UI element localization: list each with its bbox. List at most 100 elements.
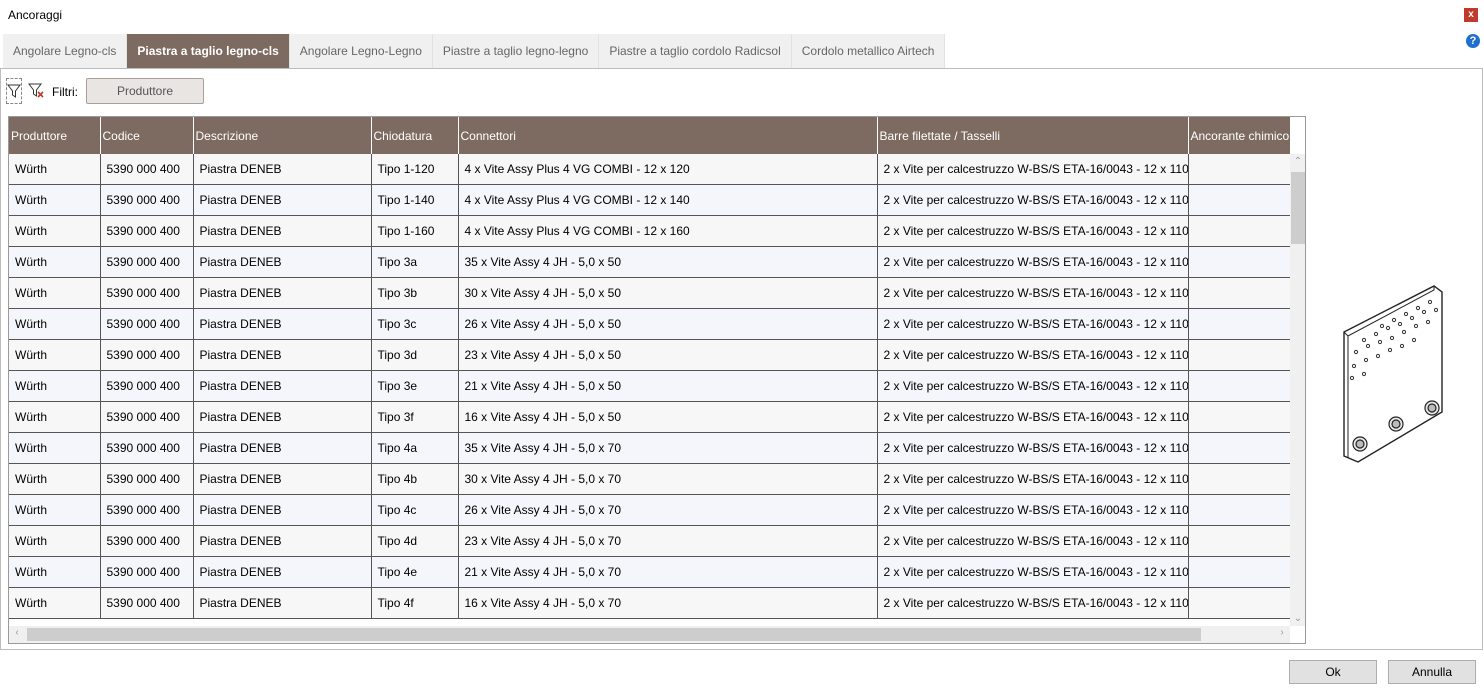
scroll-up-icon[interactable]: ⌃ xyxy=(1290,156,1305,167)
table-cell xyxy=(1188,184,1291,216)
tab-angolare-legno-legno[interactable]: Angolare Legno-Legno xyxy=(290,34,433,68)
table-cell: 4 x Vite Assy Plus 4 VG COMBI - 12 x 160 xyxy=(458,215,878,247)
table-cell: Piastra DENEB xyxy=(193,556,372,588)
table-row[interactable]: Würth 5390 000 400 Piastra DENEB Tipo 1-140… xyxy=(9,184,1291,216)
table-row[interactable]: Würth 5390 000 400 Piastra DENEB Tipo 3b 30 … xyxy=(9,277,1291,309)
table-cell: Würth xyxy=(9,525,101,557)
table-cell xyxy=(1188,154,1291,185)
table-cell xyxy=(1188,463,1291,495)
table-cell xyxy=(1188,339,1291,371)
tab-piastre-taglio-legno-legno[interactable]: Piastre a taglio legno-legno xyxy=(433,34,600,68)
close-button[interactable]: x xyxy=(1464,8,1478,22)
table-cell: Piastra DENEB xyxy=(193,277,372,309)
table-cell: 2 x Vite per calcestruzzo W-BS/S ETA-16/… xyxy=(877,215,1189,247)
table-cell xyxy=(1188,401,1291,433)
table-cell: Piastra DENEB xyxy=(193,154,372,185)
scroll-down-icon[interactable]: ⌄ xyxy=(1290,613,1305,624)
vertical-scrollbar[interactable]: ⌃ ⌄ xyxy=(1290,154,1305,626)
table-cell: 5390 000 400 xyxy=(100,525,194,557)
table-cell: 16 x Vite Assy 4 JH - 5,0 x 50 xyxy=(458,401,878,433)
tab-piastra-taglio-legno-cls[interactable]: Piastra a taglio legno-cls xyxy=(127,34,290,68)
cancel-button[interactable]: Annulla xyxy=(1388,660,1476,684)
table-row[interactable]: Würth 5390 000 400 Piastra DENEB Tipo 3d 23 … xyxy=(9,339,1291,371)
column-header[interactable]: Codice xyxy=(100,117,194,154)
table-cell: 21 x Vite Assy 4 JH - 5,0 x 50 xyxy=(458,370,878,402)
table-cell: 26 x Vite Assy 4 JH - 5,0 x 70 xyxy=(458,494,878,526)
table-row[interactable]: Würth 5390 000 400 Piastra DENEB Tipo 4f 16 … xyxy=(9,587,1291,619)
table-cell: 5390 000 400 xyxy=(100,370,194,402)
tab-angolare-legno-cls[interactable]: Angolare Legno-cls xyxy=(3,34,128,68)
table-cell: 2 x Vite per calcestruzzo W-BS/S ETA-16/… xyxy=(877,370,1189,402)
table-cell: Würth xyxy=(9,494,101,526)
column-header[interactable]: Chiodatura xyxy=(371,117,459,154)
column-header[interactable]: Barre filettate / Tasselli xyxy=(877,117,1189,154)
table-cell xyxy=(1188,215,1291,247)
horizontal-scroll-thumb[interactable] xyxy=(27,628,1201,641)
column-header[interactable]: Connettori xyxy=(458,117,878,154)
anchors-table: Produttore Codice Descrizione Chiodatura… xyxy=(9,117,1291,619)
table-cell: Piastra DENEB xyxy=(193,184,372,216)
table-cell: 5390 000 400 xyxy=(100,154,194,185)
table-cell: 2 x Vite per calcestruzzo W-BS/S ETA-16/… xyxy=(877,246,1189,278)
table-cell: 35 x Vite Assy 4 JH - 5,0 x 50 xyxy=(458,246,878,278)
table-cell: Würth xyxy=(9,463,101,495)
table-row[interactable]: Würth 5390 000 400 Piastra DENEB Tipo 4e 21 … xyxy=(9,556,1291,588)
table-cell: Tipo 3a xyxy=(371,246,459,278)
tab-piastre-taglio-cordolo-radicsol[interactable]: Piastre a taglio cordolo Radicsol xyxy=(599,34,792,68)
table-cell: Würth xyxy=(9,401,101,433)
table-row[interactable]: Würth 5390 000 400 Piastra DENEB Tipo 3e 21 … xyxy=(9,370,1291,402)
tab-cordolo-metallico-airtech[interactable]: Cordolo metallico Airtech xyxy=(792,34,946,68)
plate-preview-icon xyxy=(1336,280,1456,470)
table-cell: Tipo 3f xyxy=(371,401,459,433)
produttore-filter-button[interactable]: Produttore xyxy=(86,78,204,104)
table-row[interactable]: Würth 5390 000 400 Piastra DENEB Tipo 3f 16 … xyxy=(9,401,1291,433)
table-row[interactable]: Würth 5390 000 400 Piastra DENEB Tipo 4c 26 … xyxy=(9,494,1291,526)
table-cell: Tipo 4c xyxy=(371,494,459,526)
table-row[interactable]: Würth 5390 000 400 Piastra DENEB Tipo 4b 30 … xyxy=(9,463,1291,495)
table-cell: Würth xyxy=(9,277,101,309)
table-cell: 2 x Vite per calcestruzzo W-BS/S ETA-16/… xyxy=(877,184,1189,216)
funnel-icon[interactable] xyxy=(6,78,22,104)
window-title: Ancoraggi xyxy=(8,8,63,22)
table-cell: Piastra DENEB xyxy=(193,246,372,278)
horizontal-scrollbar[interactable]: ‹ › xyxy=(9,626,1290,643)
title-bar: Ancoraggi x xyxy=(0,0,1484,30)
column-header[interactable]: Produttore xyxy=(9,117,101,154)
table-cell: 2 x Vite per calcestruzzo W-BS/S ETA-16/… xyxy=(877,587,1189,619)
scroll-left-icon[interactable]: ‹ xyxy=(9,627,25,638)
table-cell: 30 x Vite Assy 4 JH - 5,0 x 50 xyxy=(458,277,878,309)
table-cell: Würth xyxy=(9,154,101,185)
table-row[interactable]: Würth 5390 000 400 Piastra DENEB Tipo 4d 23 … xyxy=(9,525,1291,557)
table-cell: Tipo 4b xyxy=(371,463,459,495)
table-cell: 5390 000 400 xyxy=(100,308,194,340)
table-cell: 2 x Vite per calcestruzzo W-BS/S ETA-16/… xyxy=(877,463,1189,495)
table-row[interactable]: Würth 5390 000 400 Piastra DENEB Tipo 1-120… xyxy=(9,154,1291,185)
table-cell: 2 x Vite per calcestruzzo W-BS/S ETA-16/… xyxy=(877,525,1189,557)
table-row[interactable]: Würth 5390 000 400 Piastra DENEB Tipo 1-160… xyxy=(9,215,1291,247)
table-cell xyxy=(1188,494,1291,526)
funnel-clear-icon[interactable] xyxy=(28,82,46,100)
anchors-grid: Produttore Codice Descrizione Chiodatura… xyxy=(8,116,1306,644)
table-cell: Tipo 3c xyxy=(371,308,459,340)
ok-button[interactable]: Ok xyxy=(1289,660,1377,684)
column-header[interactable]: Ancorante chimico xyxy=(1188,117,1291,154)
table-cell: Würth xyxy=(9,432,101,464)
table-cell xyxy=(1188,370,1291,402)
table-cell: Würth xyxy=(9,587,101,619)
table-cell xyxy=(1188,308,1291,340)
table-cell: 5390 000 400 xyxy=(100,463,194,495)
vertical-scroll-thumb[interactable] xyxy=(1291,172,1305,244)
scroll-right-icon[interactable]: › xyxy=(1274,627,1290,638)
table-cell: Piastra DENEB xyxy=(193,463,372,495)
table-cell xyxy=(1188,525,1291,557)
table-cell: Würth xyxy=(9,246,101,278)
column-header[interactable]: Descrizione xyxy=(193,117,372,154)
table-cell: Tipo 4f xyxy=(371,587,459,619)
table-row[interactable]: Würth 5390 000 400 Piastra DENEB Tipo 3c 26 … xyxy=(9,308,1291,340)
table-row[interactable]: Würth 5390 000 400 Piastra DENEB Tipo 4a 35 … xyxy=(9,432,1291,464)
table-cell: 30 x Vite Assy 4 JH - 5,0 x 70 xyxy=(458,463,878,495)
table-cell: Piastra DENEB xyxy=(193,494,372,526)
table-cell: 23 x Vite Assy 4 JH - 5,0 x 70 xyxy=(458,525,878,557)
table-row[interactable]: Würth 5390 000 400 Piastra DENEB Tipo 3a 35 … xyxy=(9,246,1291,278)
help-icon[interactable]: ? xyxy=(1466,34,1480,48)
